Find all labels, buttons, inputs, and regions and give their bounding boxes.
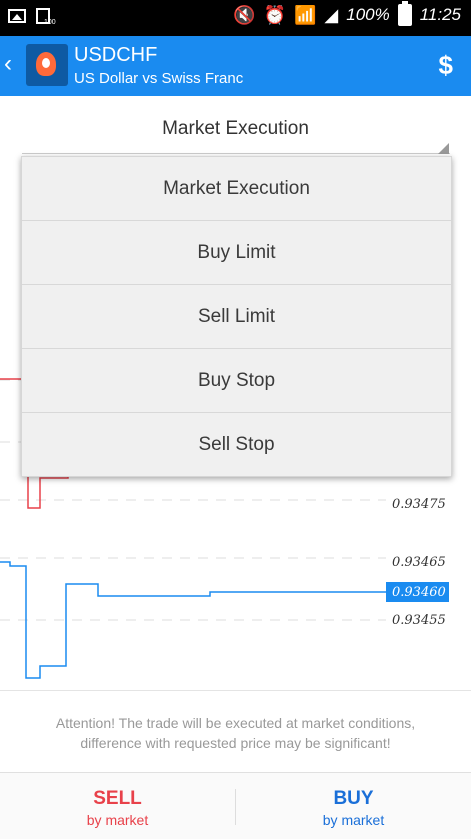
option-buy-stop[interactable]: Buy Stop — [22, 349, 451, 413]
attention-line-1: Attention! The trade will be executed at… — [55, 715, 416, 731]
signal-icon: ◢ — [324, 4, 339, 25]
order-type-selector[interactable]: Market Execution — [0, 118, 471, 140]
battery-icon — [397, 1, 412, 26]
attention-notice: Attention! The trade will be executed at… — [0, 690, 471, 772]
ask-line — [0, 378, 23, 384]
symbol-name: USDCHF — [74, 44, 158, 66]
symbol-description: US Dollar vs Swiss Franc — [74, 70, 244, 87]
battery-percent: 100% — [346, 5, 390, 24]
sell-sub-label: by market — [86, 812, 149, 828]
trade-actions: SELL by market BUY by market — [0, 772, 471, 839]
buy-label: BUY — [333, 788, 374, 809]
attention-line-2: difference with requested price may be s… — [80, 735, 391, 751]
status-small-label: 100 — [44, 19, 56, 26]
order-type-dropdown: Market Execution Buy Limit Sell Limit Bu… — [21, 156, 452, 477]
wifi-icon: 📶 — [293, 4, 317, 25]
status-right-icons: 🔇 ⏰ 📶 ◢ 100% 11:25 — [233, 1, 461, 26]
option-sell-limit[interactable]: Sell Limit — [22, 285, 451, 349]
app-logo[interactable] — [26, 44, 68, 86]
back-arrow-icon[interactable]: ‹ — [4, 50, 12, 78]
app-header: ‹ USDCHF US Dollar vs Swiss Franc $ — [0, 36, 471, 96]
status-bar: 100 🔇 ⏰ 📶 ◢ 100% 11:25 — [0, 0, 471, 36]
price-label: 0.93455 — [392, 613, 446, 628]
clock: 11:25 — [419, 5, 461, 24]
buy-button[interactable]: BUY by market — [236, 773, 471, 839]
price-label: 0.93475 — [392, 497, 446, 512]
option-sell-stop[interactable]: Sell Stop — [22, 413, 451, 476]
option-market-execution[interactable]: Market Execution — [22, 157, 451, 221]
ask-line-lower — [27, 472, 69, 509]
alarm-icon: ⏰ — [263, 4, 286, 25]
mute-icon: 🔇 — [233, 4, 256, 25]
gallery-icon — [8, 9, 26, 23]
sell-button[interactable]: SELL by market — [0, 773, 235, 839]
option-buy-limit[interactable]: Buy Limit — [22, 221, 451, 285]
sell-label: SELL — [93, 788, 142, 809]
currency-exchange-icon[interactable]: $ — [439, 50, 453, 81]
current-price-label: 0.93460 — [392, 585, 446, 600]
price-label: 0.93465 — [392, 555, 446, 570]
buy-sub-label: by market — [322, 812, 385, 828]
